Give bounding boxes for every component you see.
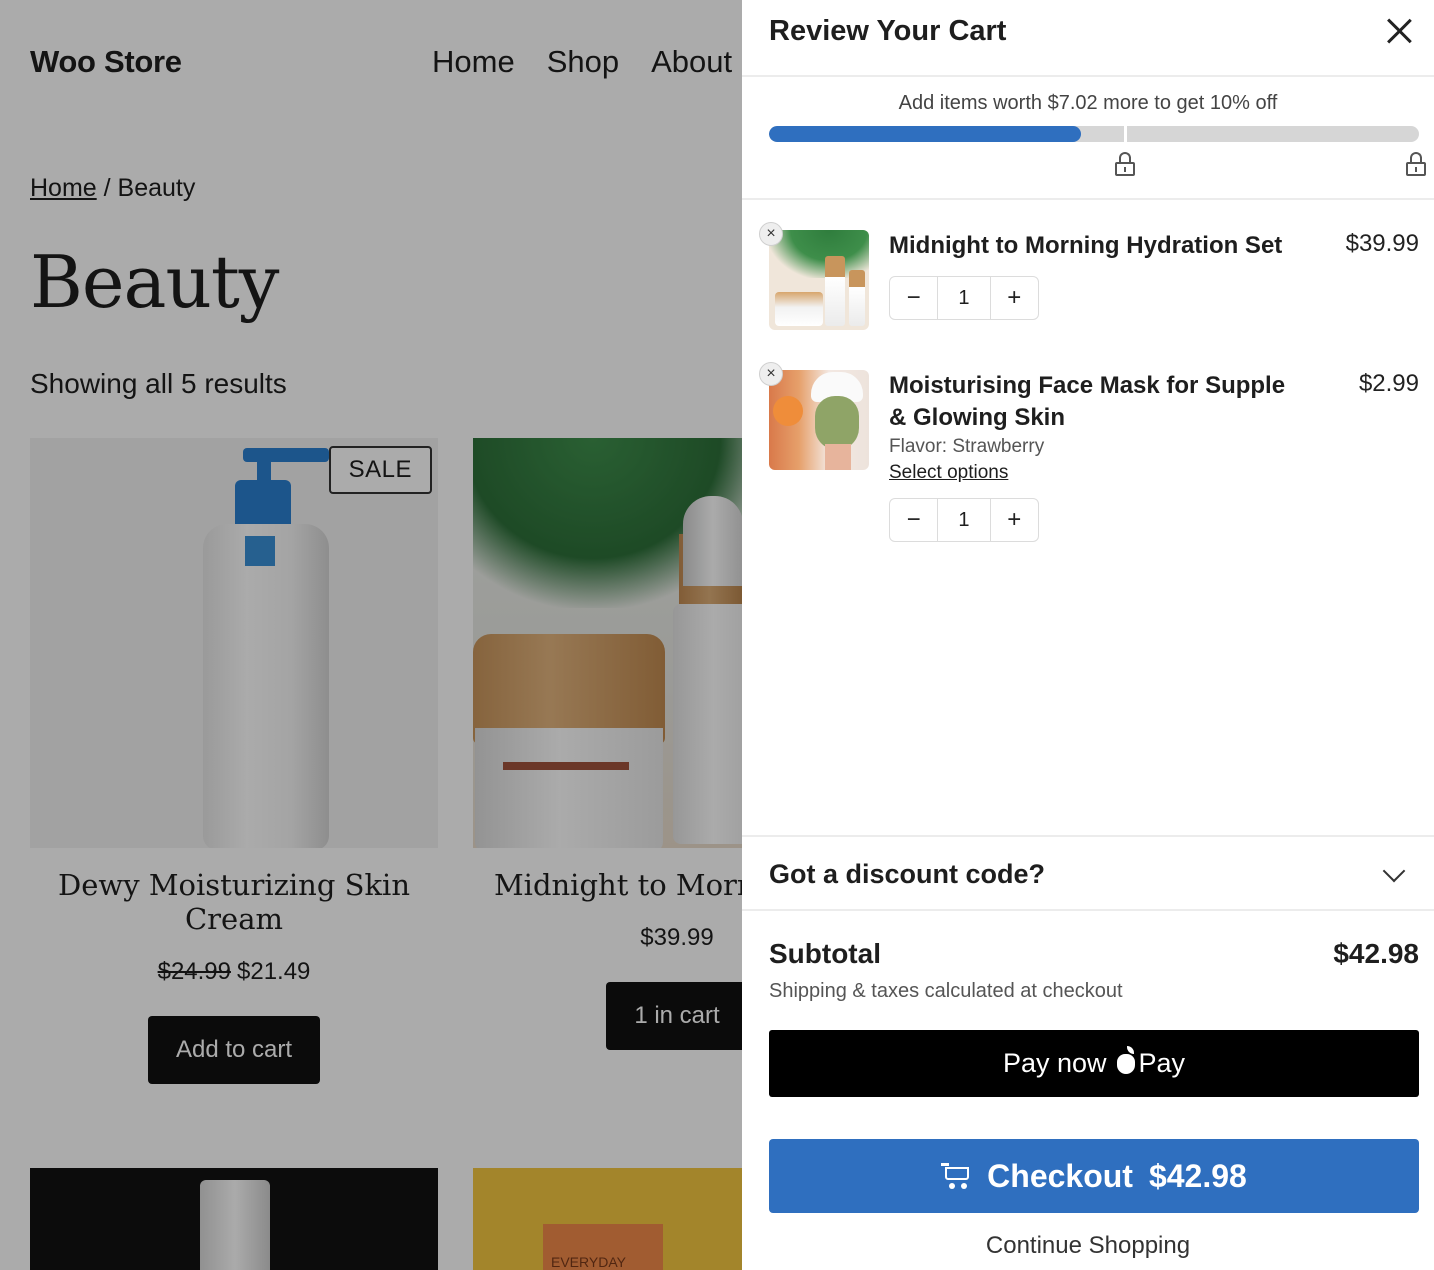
item-name[interactable]: Midnight to Morning Hydration Set [889, 230, 1289, 262]
quantity-stepper: − 1 + [889, 276, 1039, 320]
cart-icon [941, 1163, 971, 1189]
apple-logo-icon [1116, 1045, 1135, 1074]
remove-item-icon[interactable]: × [759, 362, 783, 386]
continue-shopping-link[interactable]: Continue Shopping [742, 1232, 1434, 1260]
discount-progress-message: Add items worth $7.02 more to get 10% of… [898, 92, 1278, 114]
item-price: $2.99 [1358, 370, 1419, 397]
cart-line-item: × Midnight to Morning Hydration Set $39.… [759, 222, 1419, 330]
cart-title: Review Your Cart [769, 15, 1007, 47]
lock-icon [1406, 152, 1426, 176]
item-thumbnail[interactable] [769, 370, 869, 470]
checkout-button[interactable]: Checkout $42.98 [769, 1139, 1419, 1213]
item-name[interactable]: Moisturising Face Mask for Supple & Glow… [889, 370, 1289, 434]
remove-item-icon[interactable]: × [759, 222, 783, 246]
quantity-value[interactable]: 1 [937, 499, 991, 541]
lock-icon [1115, 152, 1135, 176]
shipping-note: Shipping & taxes calculated at checkout [769, 980, 1123, 1002]
checkout-amount: $42.98 [1148, 1157, 1247, 1194]
item-price: $39.99 [1345, 230, 1419, 257]
increase-quantity-button[interactable]: + [991, 499, 1038, 541]
item-thumbnail[interactable] [769, 230, 869, 330]
discount-progress-bar [769, 126, 1419, 142]
apple-pay-mark: Pay [1116, 1045, 1186, 1079]
quantity-stepper: − 1 + [889, 498, 1039, 542]
chevron-down-icon [1382, 859, 1406, 883]
increase-quantity-button[interactable]: + [991, 277, 1038, 319]
subtotal-value: $42.98 [1333, 938, 1419, 969]
cart-header: Review Your Cart [742, 0, 1434, 77]
discount-code-toggle[interactable]: Got a discount code? [742, 835, 1434, 911]
apple-pay-label: Pay now [1002, 1048, 1107, 1078]
discount-code-label: Got a discount code? [769, 859, 1046, 889]
select-options-link[interactable]: Select options [889, 462, 1008, 484]
decrease-quantity-button[interactable]: − [890, 499, 937, 541]
divider [742, 198, 1434, 200]
progress-milestone-divider [1124, 126, 1127, 142]
decrease-quantity-button[interactable]: − [890, 277, 937, 319]
cart-line-item: × Moisturising Face Mask for Supple & Gl… [759, 362, 1419, 545]
apple-pay-word: Pay [1138, 1048, 1186, 1078]
cart-drawer: Review Your Cart Add items worth $7.02 m… [742, 0, 1434, 1270]
apple-pay-button[interactable]: Pay now Pay [769, 1030, 1419, 1097]
subtotal-label: Subtotal [769, 938, 881, 969]
quantity-value[interactable]: 1 [937, 277, 991, 319]
close-icon[interactable] [1384, 16, 1414, 46]
discount-progress-fill [769, 126, 1081, 142]
item-variant: Flavor: Strawberry [889, 436, 1045, 457]
checkout-label: Checkout [987, 1157, 1133, 1194]
